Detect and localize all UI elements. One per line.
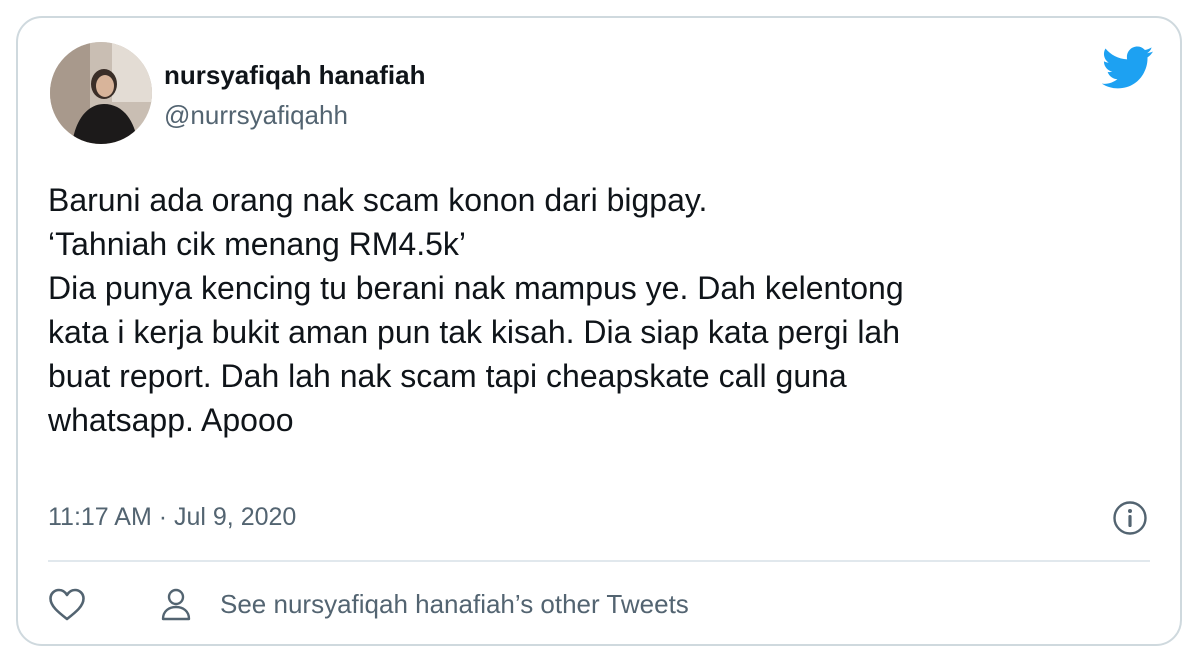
heart-icon[interactable]	[48, 588, 86, 622]
avatar-photo	[50, 42, 152, 144]
tweet-text: Baruni ada orang nak scam konon dari big…	[48, 182, 904, 438]
avatar[interactable]	[50, 42, 152, 144]
author-name[interactable]: nursyafiqah hanafiah	[164, 60, 426, 91]
info-icon[interactable]	[1112, 500, 1148, 536]
tweet-card: nursyafiqah hanafiah @nurrsyafiqahh Baru…	[16, 16, 1182, 646]
other-tweets-link[interactable]: See nursyafiqah hanafiah’s other Tweets	[158, 584, 689, 624]
person-icon	[158, 586, 194, 622]
other-tweets-label: See nursyafiqah hanafiah’s other Tweets	[220, 588, 689, 619]
author-handle[interactable]: @nurrsyafiqahh	[164, 100, 348, 131]
twitter-bird-icon[interactable]	[1101, 46, 1154, 90]
divider	[48, 560, 1150, 562]
tweet-timestamp[interactable]: 11:17 AM · Jul 9, 2020	[48, 503, 296, 532]
